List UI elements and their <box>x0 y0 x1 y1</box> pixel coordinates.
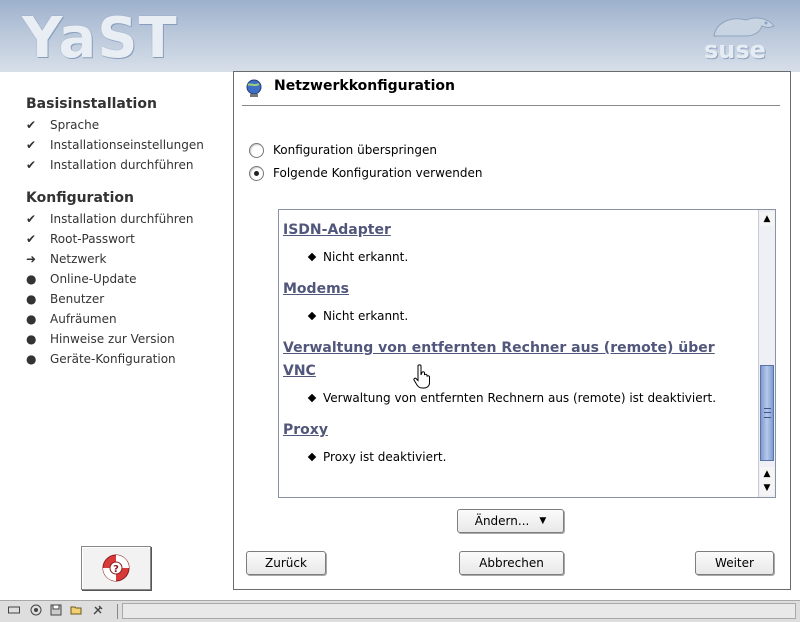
tools-icon[interactable] <box>92 604 104 616</box>
diamond-bullet-icon <box>307 393 317 403</box>
bullet-icon: ● <box>26 332 37 346</box>
step-geraete-konfiguration: ● Geräte-Konfiguration <box>26 352 176 366</box>
grip-icon <box>764 408 771 418</box>
section-title-konfiguration: Konfiguration <box>26 190 134 206</box>
checkmark-icon: ✔ <box>26 232 37 246</box>
diamond-bullet-icon <box>307 252 317 262</box>
step-benutzer: ● Benutzer <box>26 292 105 306</box>
summary-link-proxy[interactable]: Proxy <box>283 419 753 442</box>
step-installationseinstellungen: ✔ Installationseinstellungen <box>26 138 204 152</box>
dropdown-arrow-icon: ▼ <box>539 516 547 526</box>
bullet-icon: ● <box>26 352 37 366</box>
taskbar <box>0 600 800 622</box>
config-summary-view[interactable]: ISDN-Adapter Nicht erkannt. Modems Nicht… <box>278 209 776 498</box>
back-button[interactable]: Zurück <box>246 551 326 575</box>
svg-text:?: ? <box>113 564 119 575</box>
step-installation-durchfuehren-2: ✔ Installation durchführen <box>26 212 194 226</box>
list-item: Proxy ist deaktiviert. <box>307 450 753 464</box>
bullet-icon: ● <box>26 292 37 306</box>
target-icon[interactable] <box>30 604 42 616</box>
keyboard-icon[interactable] <box>8 604 20 616</box>
network-config-panel: Netzwerkkonfiguration Konfiguration über… <box>233 71 791 590</box>
radio-button-checked[interactable] <box>249 165 264 181</box>
checkmark-icon: ✔ <box>26 118 37 132</box>
abort-button[interactable]: Abbrechen <box>459 551 564 575</box>
step-hinweise-zur-version: ● Hinweise zur Version <box>26 332 175 346</box>
radio-label: Folgende Konfiguration verwenden <box>273 166 483 180</box>
installation-steps-sidebar: Basisinstallation ✔ Sprache ✔ Installation… <box>0 72 232 592</box>
checkmark-icon: ✔ <box>26 212 37 226</box>
header-banner: YaST suse <box>0 0 800 72</box>
bullet-icon: ● <box>26 272 37 286</box>
summary-link-modems[interactable]: Modems <box>283 278 753 301</box>
folder-icon[interactable] <box>70 604 82 616</box>
section-title-basisinstallation: Basisinstallation <box>26 96 157 112</box>
radio-label: Konfiguration überspringen <box>273 143 437 157</box>
list-item: Verwaltung von entfernten Rechnern aus (… <box>307 391 753 405</box>
arrow-right-icon: ➜ <box>26 252 37 266</box>
change-button[interactable]: Ändern... ▼ <box>457 509 564 533</box>
suse-wordmark: suse <box>704 36 766 64</box>
diamond-bullet-icon <box>307 452 317 462</box>
step-online-update: ● Online-Update <box>26 272 137 286</box>
step-netzwerk: ➜ Netzwerk <box>26 252 107 266</box>
suse-chameleon-logo: suse <box>700 12 780 64</box>
network-globe-icon <box>246 79 262 97</box>
list-item: Nicht erkannt. <box>307 309 753 323</box>
scrollbar-thumb[interactable] <box>760 365 774 461</box>
step-installation-durchfuehren: ✔ Installation durchführen <box>26 158 194 172</box>
summary-link-isdn[interactable]: ISDN-Adapter <box>283 219 753 242</box>
next-button[interactable]: Weiter <box>695 551 774 575</box>
summary-link-vnc[interactable]: Verwaltung von entfernten Rechner aus (r… <box>283 337 738 383</box>
page-title: Netzwerkkonfiguration <box>274 78 456 94</box>
radio-button[interactable] <box>249 142 264 158</box>
vertical-scrollbar[interactable]: ▲ ▲ ▼ <box>758 210 775 497</box>
step-root-passwort: ✔ Root-Passwort <box>26 232 135 246</box>
radio-use-config[interactable]: Folgende Konfiguration verwenden <box>249 164 482 182</box>
help-button[interactable]: ? <box>81 546 151 590</box>
hand-cursor-icon <box>413 364 430 389</box>
lifebuoy-help-icon: ? <box>102 554 130 582</box>
checkmark-icon: ✔ <box>26 158 37 172</box>
yast-logo: YaST <box>22 6 178 71</box>
scroll-down-icon[interactable]: ▼ <box>760 481 774 495</box>
scroll-up-icon[interactable]: ▲ <box>760 467 774 481</box>
bullet-icon: ● <box>26 312 37 326</box>
taskbar-separator <box>117 604 118 619</box>
list-item: Nicht erkannt. <box>307 250 753 264</box>
title-divider <box>242 105 780 106</box>
radio-skip-config[interactable]: Konfiguration überspringen <box>249 141 437 159</box>
step-sprache: ✔ Sprache <box>26 118 100 132</box>
scroll-up-icon[interactable]: ▲ <box>760 212 774 226</box>
taskbar-task-area[interactable] <box>122 603 796 619</box>
step-aufraeumen: ● Aufräumen <box>26 312 117 326</box>
floppy-icon[interactable] <box>50 604 62 616</box>
diamond-bullet-icon <box>307 311 317 321</box>
checkmark-icon: ✔ <box>26 138 37 152</box>
